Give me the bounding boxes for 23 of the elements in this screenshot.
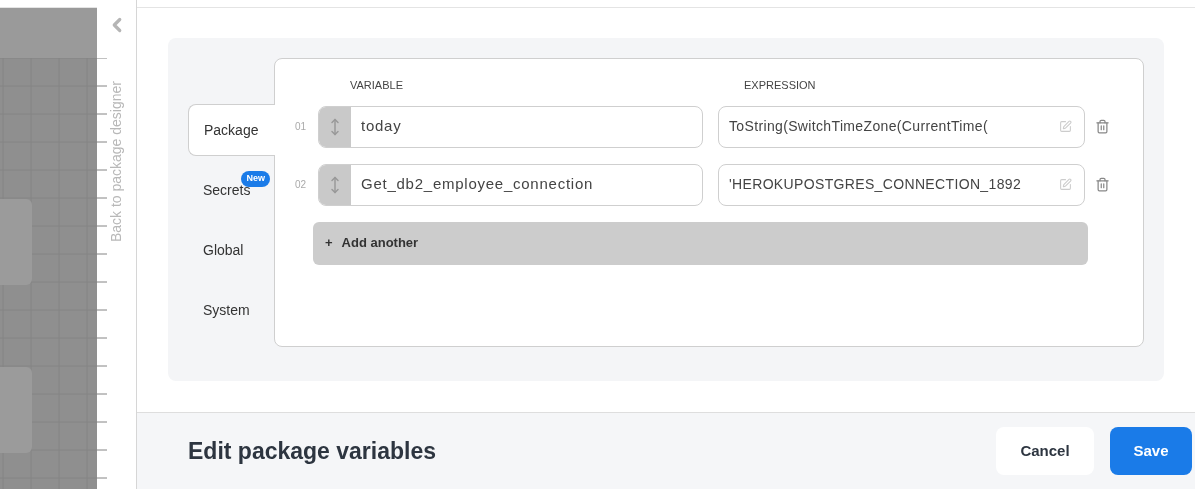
delete-icon[interactable] xyxy=(1095,119,1110,134)
tab[interactable]: Package xyxy=(188,104,275,156)
add-another-button[interactable]: + Add another xyxy=(313,221,1088,265)
cancel-button[interactable]: Cancel xyxy=(996,427,1094,475)
tab[interactable]: Secrets New xyxy=(188,164,274,216)
edit-icon[interactable] xyxy=(1059,120,1072,133)
tab[interactable]: Global xyxy=(188,224,274,276)
variable-field[interactable]: today xyxy=(318,105,703,148)
tab[interactable]: System xyxy=(188,284,274,336)
drag-handle[interactable] xyxy=(319,164,351,205)
row-number: 02 xyxy=(295,178,308,192)
expression-field[interactable]: ToString(SwitchTimeZone(CurrentTime( xyxy=(718,105,1085,148)
expression-field[interactable]: 'HEROKUPOSTGRES_CONNECTION_1892 xyxy=(718,163,1085,206)
save-button[interactable]: Save xyxy=(1110,427,1192,475)
drag-handle[interactable] xyxy=(319,106,351,147)
column-header: VARIABLE xyxy=(350,78,404,93)
edit-icon[interactable] xyxy=(1059,178,1072,191)
delete-icon[interactable] xyxy=(1095,177,1110,192)
variable-field[interactable]: Get_db2_employee_connection xyxy=(318,163,703,206)
new-badge: New xyxy=(241,171,270,187)
column-header: EXPRESSION xyxy=(744,78,816,93)
dialog-title: Edit package variables xyxy=(188,436,437,466)
row-number: 01 xyxy=(295,120,308,134)
